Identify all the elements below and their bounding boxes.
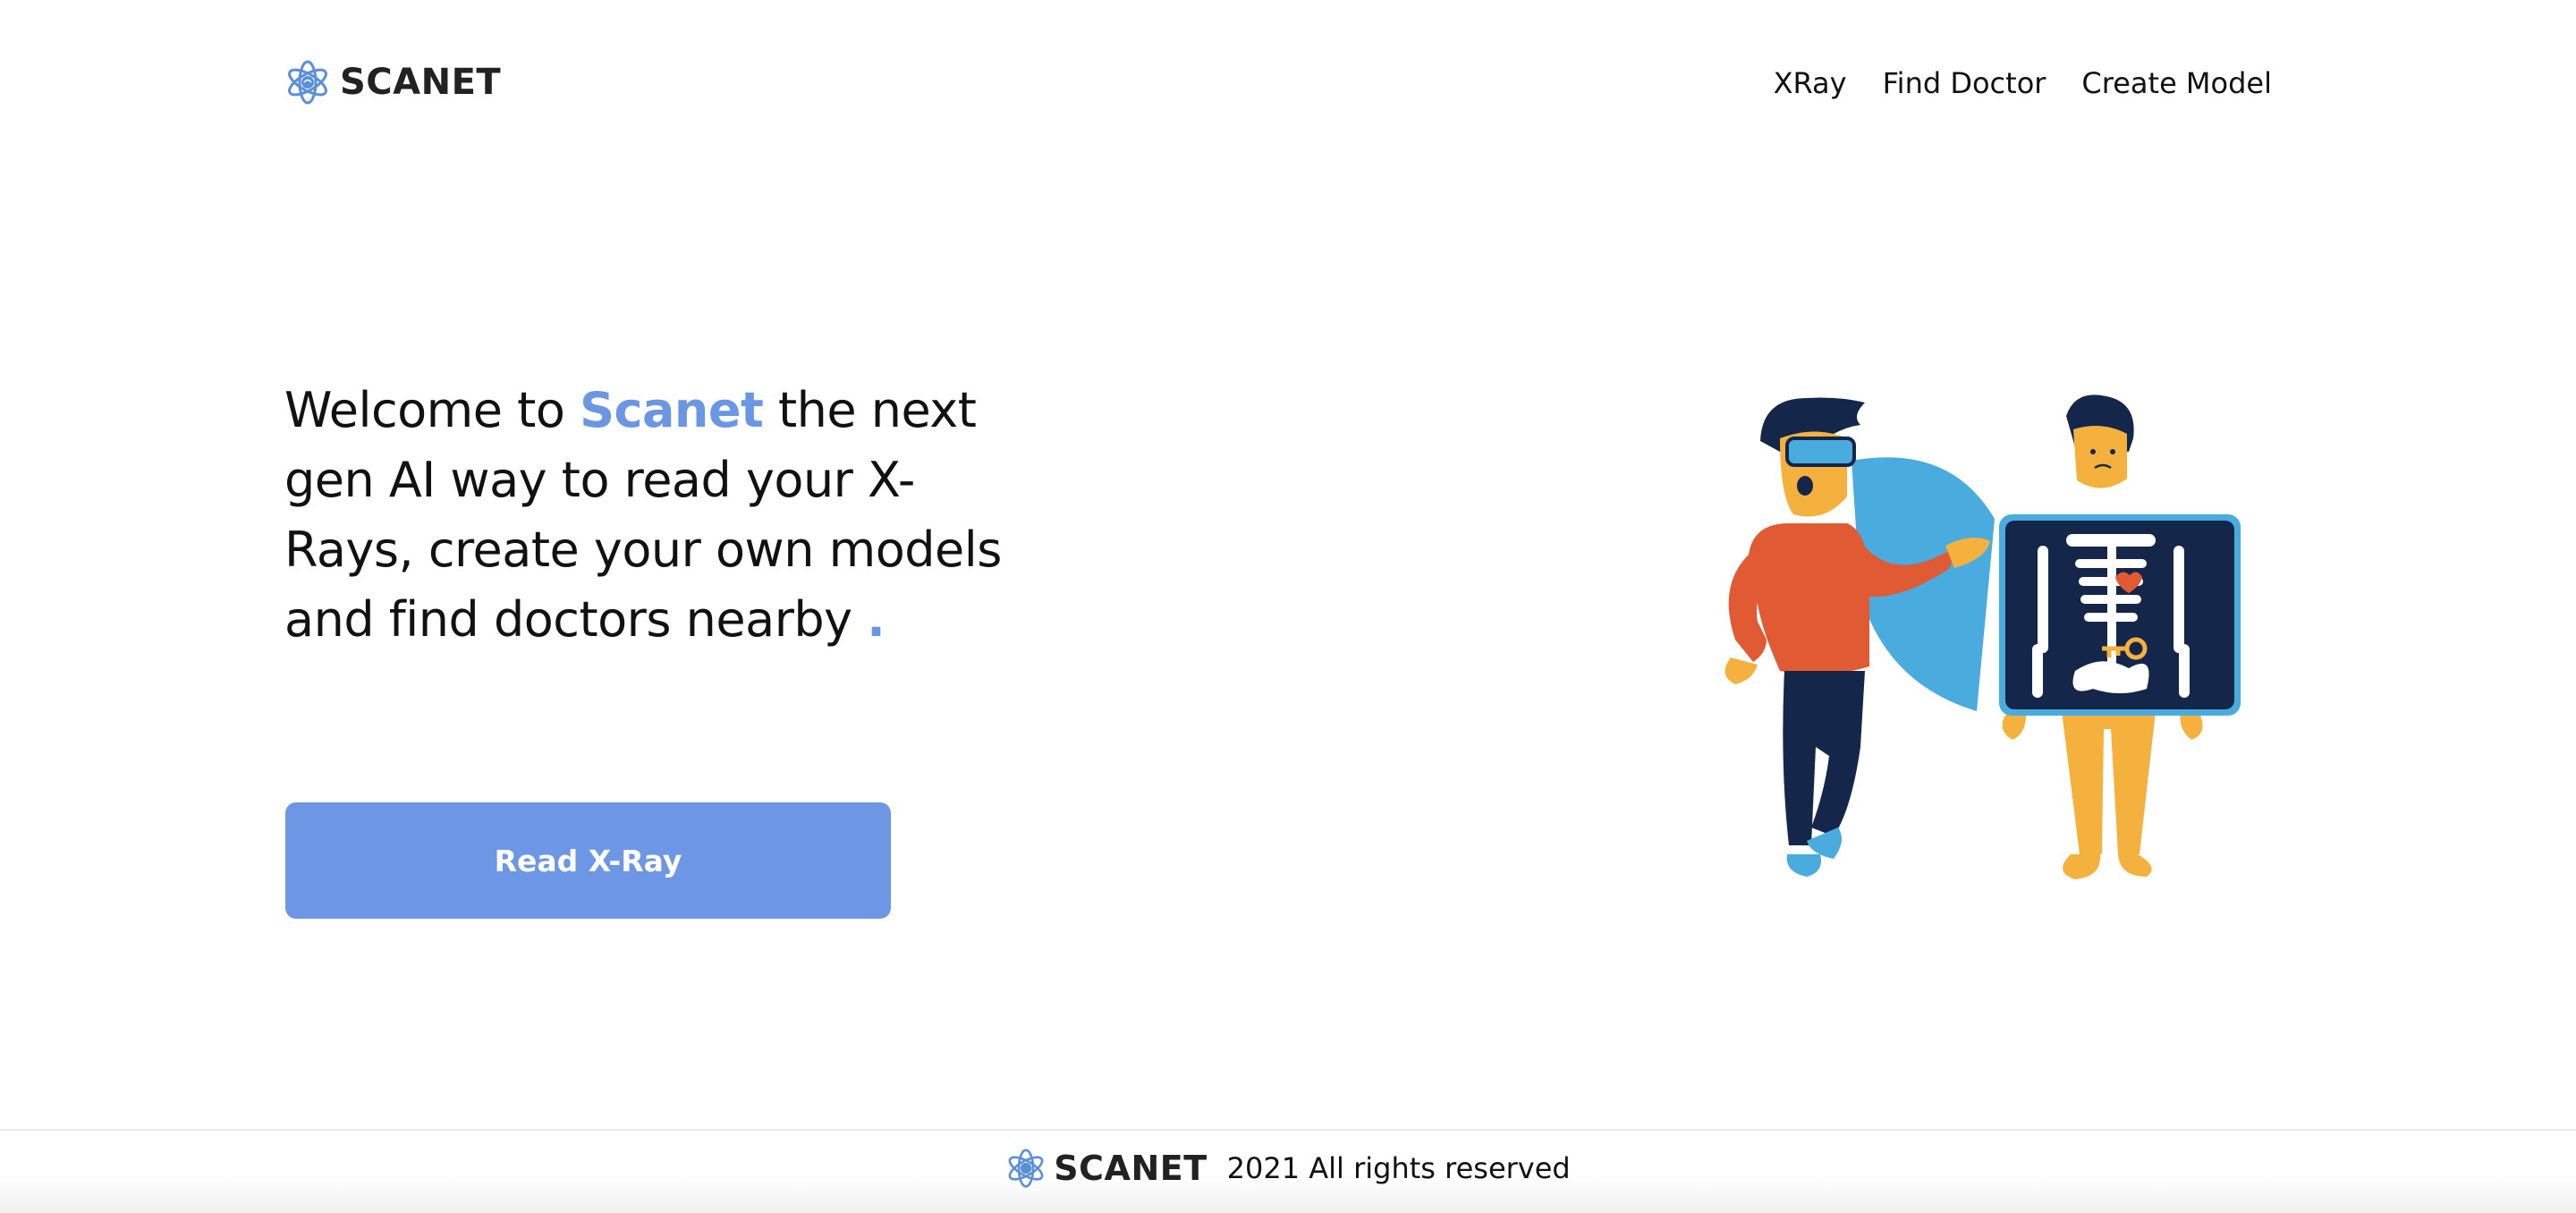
footer-brand-name: SCANET bbox=[1054, 1149, 1208, 1188]
nav-xray-link[interactable]: XRay bbox=[1774, 66, 1847, 100]
nav-create-model-link[interactable]: Create Model bbox=[2081, 66, 2272, 100]
site-footer: SCANET 2021 All rights reserved bbox=[0, 1129, 2576, 1213]
doctor-xray-illustration bbox=[1724, 394, 2241, 879]
hero-accent-dot: . bbox=[867, 591, 886, 648]
brand-name: SCANET bbox=[340, 62, 502, 103]
atom-brain-icon bbox=[288, 60, 327, 105]
page: SCANET XRay Find Doctor Create Model Wel… bbox=[0, 0, 2576, 1213]
nav-find-doctor-link[interactable]: Find Doctor bbox=[1883, 66, 2046, 100]
main-nav: XRay Find Doctor Create Model bbox=[1774, 61, 2272, 106]
header-logo[interactable]: SCANET bbox=[284, 55, 501, 109]
atom-brain-icon bbox=[1008, 1149, 1044, 1188]
footer-content: SCANET 2021 All rights reserved bbox=[1005, 1146, 1571, 1191]
hero-prefix: Welcome to bbox=[284, 382, 580, 438]
site-header: SCANET XRay Find Doctor Create Model bbox=[0, 0, 2576, 165]
read-xray-button[interactable]: Read X-Ray bbox=[285, 802, 891, 919]
hero-headline: Welcome to Scanet the next gen AI way to… bbox=[284, 376, 1018, 655]
footer-copyright: 2021 All rights reserved bbox=[1226, 1151, 1571, 1185]
hero-brand-highlight: Scanet bbox=[580, 382, 764, 438]
